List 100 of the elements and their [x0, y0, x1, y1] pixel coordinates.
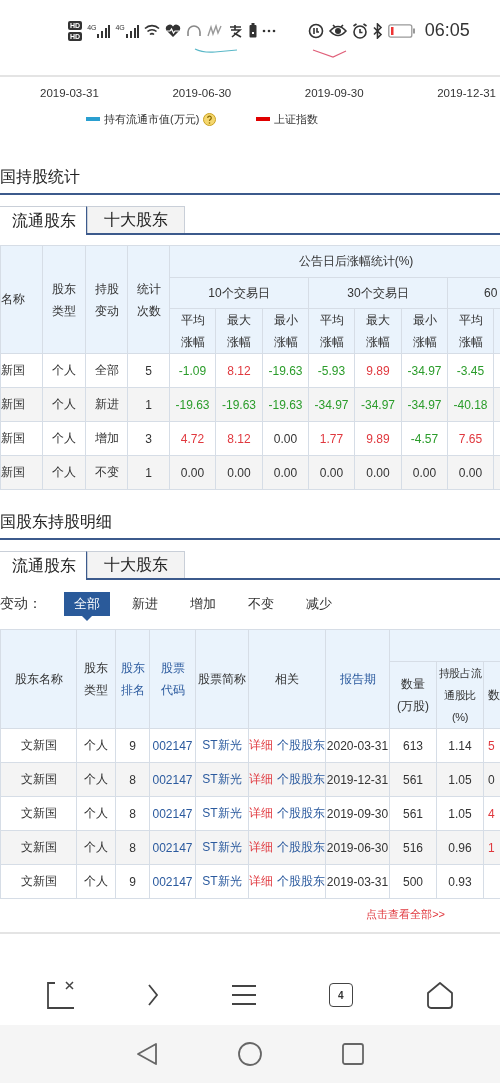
detail-link[interactable]: 详细: [249, 840, 274, 854]
detail-link[interactable]: 详细: [249, 874, 274, 888]
close-tab-icon[interactable]: [46, 981, 75, 1009]
table-cell: 561: [389, 762, 437, 797]
clock-time: 06:05: [424, 20, 470, 41]
table-cell: 516: [389, 830, 437, 865]
table-cell: 1.77: [308, 421, 355, 456]
table-cell: -34.97: [354, 387, 402, 422]
shareholders-link[interactable]: 个股股东: [276, 874, 325, 888]
table-cell: 文新国: [0, 864, 77, 899]
table-cell: 新国: [0, 387, 43, 422]
home-icon[interactable]: [425, 981, 454, 1009]
table-cell: -19.63: [262, 353, 309, 388]
shareholders-link[interactable]: 个股股东: [276, 806, 325, 820]
column-header: 30个交易日: [308, 277, 448, 309]
filter-option[interactable]: 增加: [180, 592, 226, 616]
squiggle-icon: [206, 23, 223, 38]
table-cell: 0.00: [447, 455, 494, 490]
column-header: 公告日后涨幅统计(%): [169, 245, 500, 278]
home-icon[interactable]: [238, 1042, 262, 1066]
view-all-link[interactable]: 点击查看全部>>: [366, 907, 445, 932]
table-cell: -19.63: [215, 387, 263, 422]
detail-link[interactable]: 详细: [249, 806, 274, 820]
menu-icon[interactable]: [232, 984, 256, 1006]
table-cell: 2019-03-31: [325, 864, 390, 899]
column-header: 相关: [275, 671, 299, 686]
eye-icon: [328, 23, 347, 38]
section-title: 国股东持股明细: [0, 512, 500, 540]
table-cell: 8: [115, 796, 150, 831]
column-header: 数量(万股): [396, 676, 430, 715]
column-header: 最小涨幅: [273, 312, 298, 351]
bluetooth-icon: [372, 22, 383, 39]
headphones-icon: [185, 23, 202, 38]
column-header: 最小涨幅: [412, 312, 437, 351]
battery-icon: [387, 23, 416, 38]
table-cell: 9.89: [354, 353, 402, 388]
table-cell: 9.89: [354, 421, 402, 456]
sort-link[interactable]: 报告期: [339, 671, 376, 686]
legend-label: 上证指数: [274, 111, 319, 127]
more-icon: [261, 28, 276, 33]
detail-link[interactable]: 详细: [249, 738, 274, 752]
filter-option[interactable]: 新进: [122, 592, 168, 616]
axis-label: 2019-06-30: [172, 87, 232, 99]
table-cell: 全部: [85, 353, 128, 388]
table-cell: 3: [127, 421, 170, 456]
table-cell: 文新国: [0, 830, 77, 865]
alarm-icon: [351, 22, 368, 39]
table-cell: 1.14: [436, 728, 484, 763]
table-cell: 9: [115, 864, 150, 899]
table-cell: 1.05: [436, 796, 484, 831]
table-cell: 0.00: [401, 455, 448, 490]
table-cell: 新国: [0, 455, 43, 490]
table-cell: 0.00: [262, 455, 309, 490]
help-icon[interactable]: [203, 112, 217, 126]
table-cell: 个人: [76, 796, 116, 831]
table-cell: 个人: [42, 455, 86, 490]
table-cell: 1: [127, 387, 170, 422]
table-cell: -34.97: [401, 387, 448, 422]
filter-option[interactable]: 不变: [238, 592, 284, 616]
table-cell: 2019-09-30: [325, 796, 390, 831]
filter-option[interactable]: 减少: [296, 592, 342, 616]
tab-count-button[interactable]: 4: [328, 983, 353, 1007]
tab[interactable]: 十大股东: [87, 206, 185, 233]
table-cell: 新进: [85, 387, 128, 422]
table-cell: 增加: [85, 421, 128, 456]
selection-pointer-icon: [82, 616, 92, 621]
battery-saver-icon: [248, 23, 257, 38]
table-cell: 0.00: [308, 455, 355, 490]
table-cell: -19.63: [169, 387, 216, 422]
table-cell: -34.97: [401, 353, 448, 388]
tab[interactable]: 流通股东: [0, 206, 87, 235]
table-cell: 0.00: [215, 455, 263, 490]
table-cell: 613: [389, 728, 437, 763]
table-cell: 个人: [76, 864, 116, 899]
tab[interactable]: 流通股东: [0, 551, 87, 580]
table-cell: 0.96: [436, 830, 484, 865]
column-header: 最大涨幅: [366, 312, 390, 351]
detail-link[interactable]: 详细: [249, 772, 274, 786]
column-header: 平均涨幅: [458, 312, 483, 351]
wifi-icon: [143, 24, 160, 37]
table-cell: 5: [127, 353, 170, 388]
shareholders-link[interactable]: 个股股东: [276, 772, 325, 786]
table-cell: 7.65: [447, 421, 494, 456]
table-cell: 0.00: [354, 455, 402, 490]
table-cell: 561: [389, 796, 437, 831]
table-cell: 500: [389, 864, 437, 899]
recents-icon[interactable]: [342, 1043, 364, 1065]
shareholders-link[interactable]: 个股股东: [276, 738, 325, 752]
column-header: 平均涨幅: [180, 312, 205, 351]
signal-icon: [124, 23, 139, 38]
column-header: 名称: [0, 245, 43, 354]
tab[interactable]: 十大股东: [87, 551, 185, 578]
shareholders-link[interactable]: 个股股东: [276, 840, 325, 854]
column-header: 股东类型: [52, 280, 76, 320]
table-cell: 个人: [76, 728, 116, 763]
table-cell: 文新国: [0, 728, 77, 763]
table-cell: -1.09: [169, 353, 216, 388]
back-icon[interactable]: [136, 1042, 158, 1066]
forward-icon[interactable]: [147, 983, 160, 1007]
table-cell: 4.72: [169, 421, 216, 456]
